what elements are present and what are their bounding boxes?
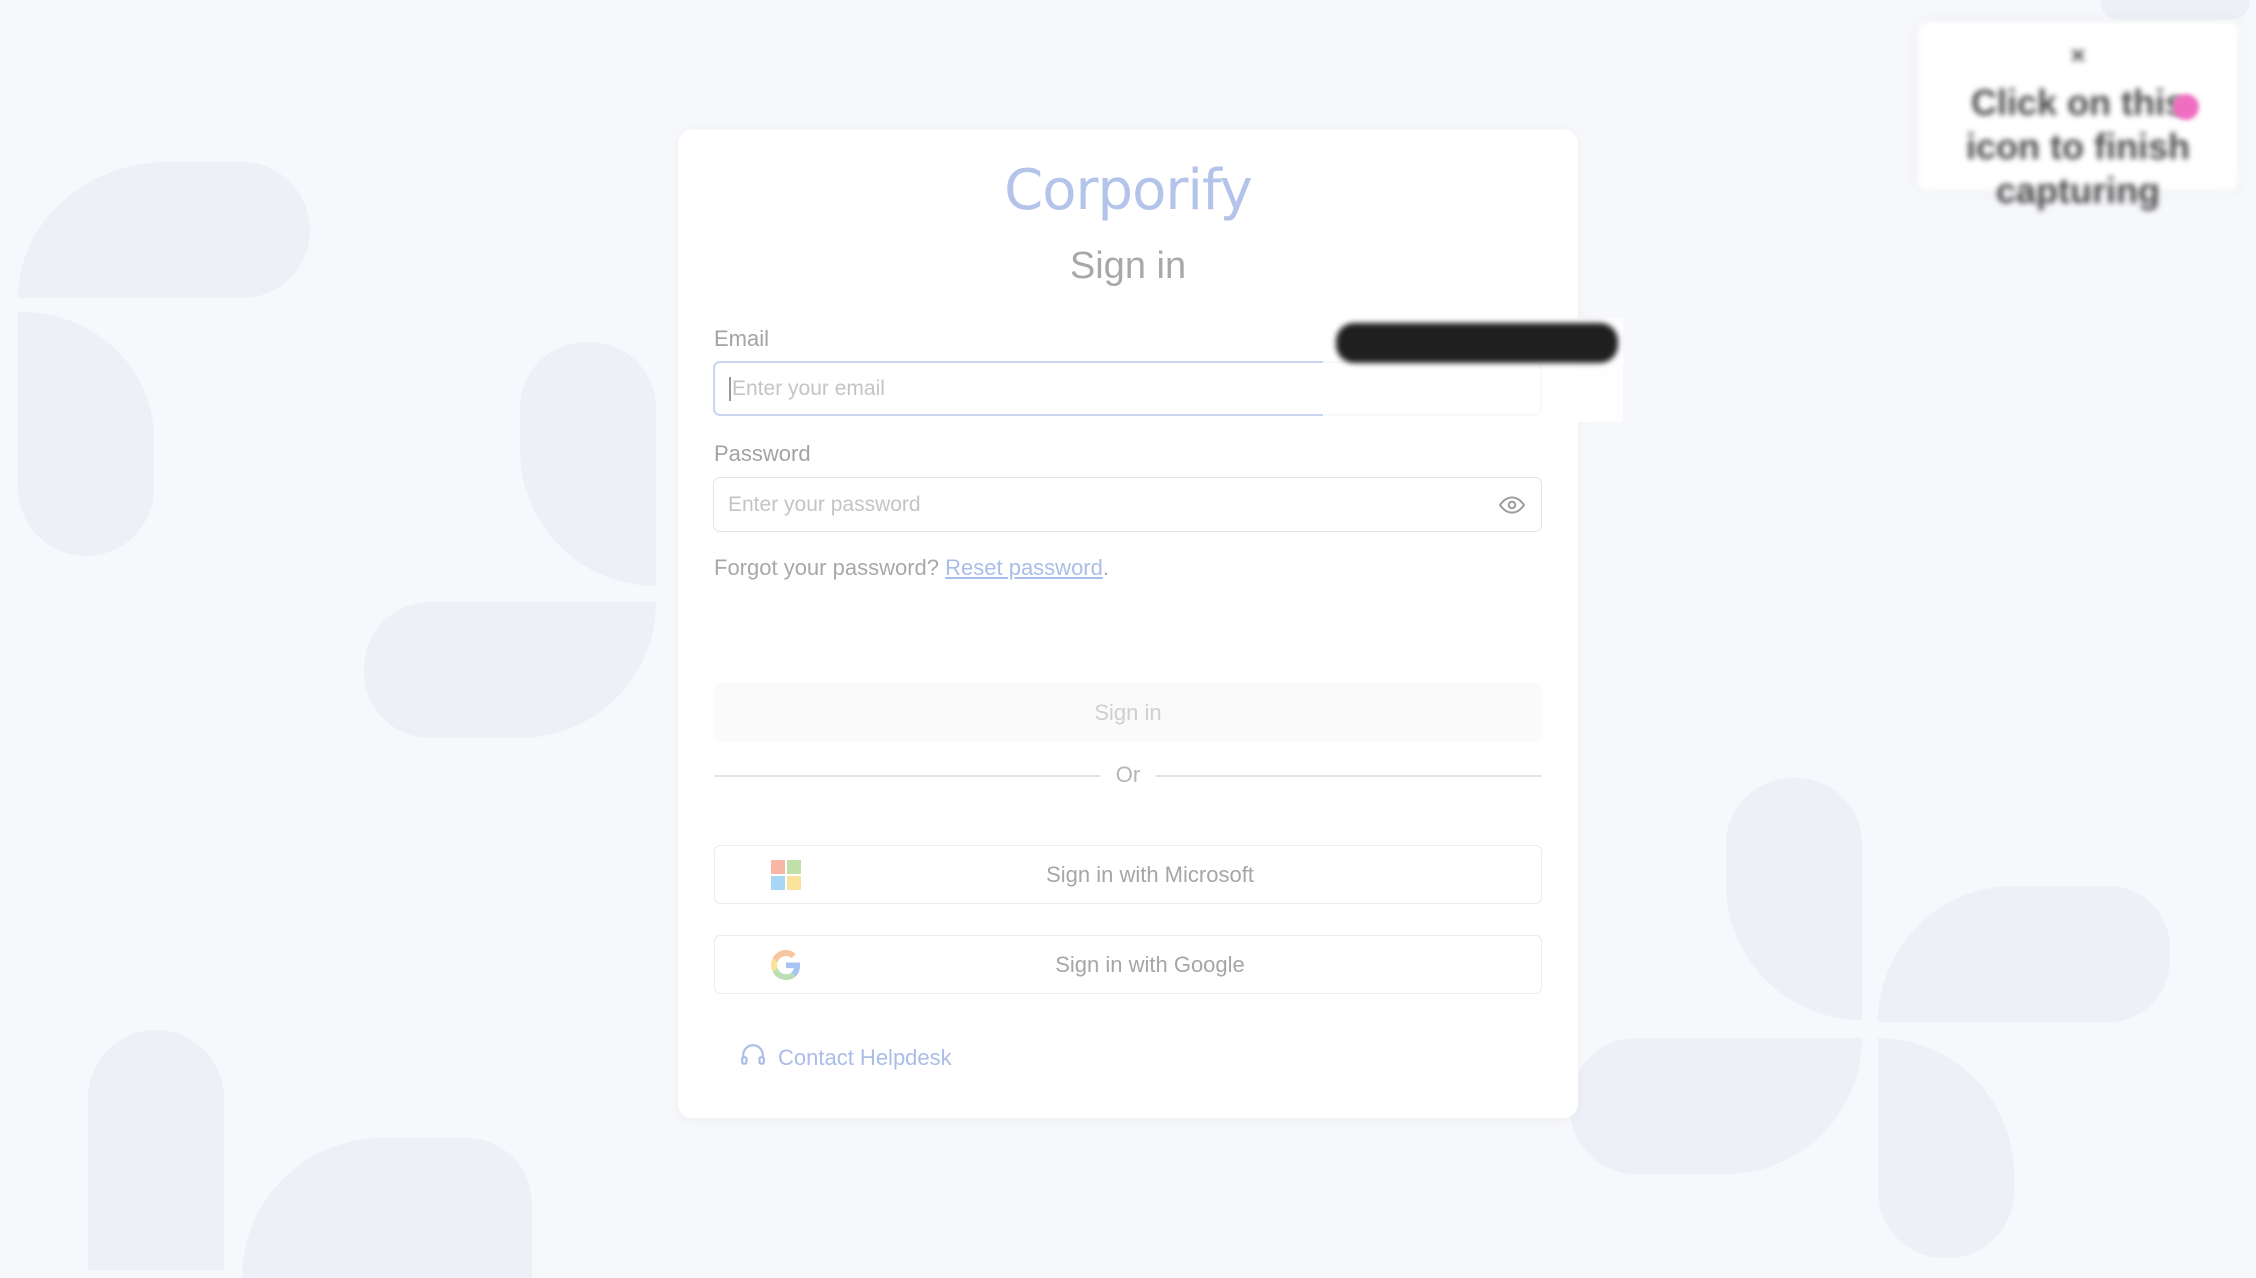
- bg-shape: [18, 312, 154, 556]
- bg-shape: [2100, 0, 2250, 20]
- capture-dot-icon[interactable]: [2173, 94, 2199, 120]
- bg-shape: [88, 1030, 224, 1270]
- microsoft-signin-button[interactable]: Sign in with Microsoft: [714, 845, 1542, 904]
- password-field[interactable]: Enter your password: [713, 477, 1542, 532]
- divider-line: [1156, 775, 1542, 777]
- helpdesk-label: Contact Helpdesk: [778, 1045, 952, 1070]
- signin-card: Corporify Sign in Email Enter your email…: [678, 130, 1578, 1118]
- text-caret: [729, 376, 731, 401]
- eye-icon[interactable]: [1498, 492, 1526, 518]
- bg-shape: [1878, 1038, 2014, 1258]
- google-signin-label: Sign in with Google: [1055, 952, 1245, 977]
- password-label: Password: [714, 441, 811, 466]
- brand-logo: Corporify: [1004, 158, 1253, 223]
- contact-helpdesk-link[interactable]: Contact Helpdesk: [740, 1042, 952, 1074]
- forgot-password-row: Forgot your password? Reset password.: [714, 555, 1109, 581]
- bg-shape: [18, 162, 310, 298]
- reset-suffix: .: [1102, 555, 1109, 580]
- page-title: Sign in: [1069, 245, 1187, 287]
- microsoft-signin-label: Sign in with Microsoft: [1046, 862, 1254, 887]
- close-icon[interactable]: ×: [1918, 40, 2238, 71]
- bg-shape: [364, 602, 656, 738]
- bg-shape: [520, 342, 656, 586]
- bg-shape: [1878, 886, 2170, 1022]
- email-placeholder: Enter your email: [732, 376, 885, 400]
- bg-shape: [1570, 1038, 1862, 1174]
- sign-in-button[interactable]: Sign in: [714, 683, 1542, 742]
- reset-password-link[interactable]: Reset password: [945, 555, 1103, 580]
- password-placeholder: Enter your password: [728, 492, 921, 516]
- email-label: Email: [714, 326, 770, 351]
- blurred-tooltip: [1336, 323, 1618, 363]
- headset-icon: [740, 1042, 766, 1074]
- google-signin-button[interactable]: Sign in with Google: [714, 935, 1542, 994]
- forgot-text: Forgot your password?: [714, 555, 939, 580]
- or-divider: Or: [714, 760, 1542, 790]
- bg-shape: [242, 1138, 532, 1278]
- bg-shape: [1726, 778, 1862, 1020]
